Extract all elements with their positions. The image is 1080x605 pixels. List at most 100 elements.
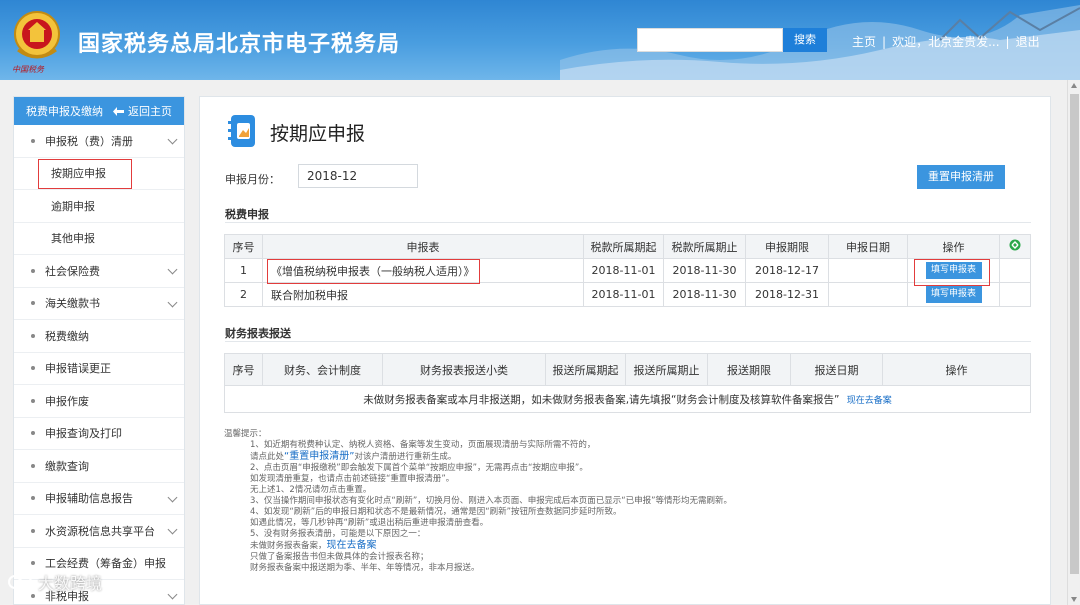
bullet-icon <box>31 561 35 566</box>
logout-link[interactable]: 退出 <box>1016 35 1040 49</box>
chevron-down-icon <box>167 524 178 535</box>
bullet-icon <box>31 463 35 468</box>
bullet-icon <box>31 138 35 143</box>
sidebar-item-label: 社会保险费 <box>45 264 100 278</box>
sidebar-item[interactable]: 申报税（费）清册 <box>14 125 184 158</box>
back-home-button[interactable]: 返回主页 <box>113 103 172 119</box>
row-action-cell: 填写申报表 <box>907 282 1000 307</box>
sidebar-item-label: 工会经费（筹备金）申报 <box>45 557 166 571</box>
tip-line: 如发现清册重复，也请点击前述链接“重置申报清册”。 <box>250 474 455 484</box>
table-row: 2 联合附加税申报 2018-11-01 2018-11-30 2018-12-… <box>224 282 1031 307</box>
sidebar-item[interactable]: 申报错误更正 <box>14 353 184 385</box>
row-end: 2018-11-30 <box>663 258 746 283</box>
watermark-text: 大数跨境 <box>38 574 103 593</box>
bullet-icon <box>31 333 35 338</box>
sidebar-item-label: 申报作废 <box>45 394 89 408</box>
tips-section: 温馨提示： 1、如近期有税费种认定、纳税人资格、备案等发生变动，页面展现清册与实… <box>224 429 732 574</box>
go-filing-link[interactable]: 现在去备案 <box>327 540 377 551</box>
bullet-icon <box>31 496 35 501</box>
sidebar-header-label: 税费申报及缴纳 <box>26 105 103 118</box>
tip-line: 只做了备案报告书但未做具体的会计报表名称； <box>250 552 429 562</box>
reset-list-link[interactable]: “重置申报清册” <box>284 451 354 462</box>
tip-line: 1、如近期有税费种认定、纳税人资格、备案等发生变动，页面展现清册与实际所需不符的… <box>250 440 596 450</box>
bullet-icon <box>31 268 35 273</box>
col-header-no: 序号 <box>224 353 263 386</box>
sidebar-item[interactable]: 社会保险费 <box>14 255 184 288</box>
sidebar-menu: 申报税（费）清册 按期应申报 逾期申报 其他申报 社会保险费 海关缴款书 税费缴纳 申报错误更… <box>14 125 184 604</box>
fin-section-title: 财务报表报送 <box>225 327 291 340</box>
site-title: 国家税务总局北京市电子税务局 <box>78 32 401 57</box>
sidebar-item-label: 申报税（费）清册 <box>45 134 133 148</box>
chevron-down-icon <box>167 264 178 275</box>
col-header-start: 税款所属期起 <box>583 234 664 259</box>
divider <box>225 222 1031 223</box>
empty-message-cell: 未做财务报表备案或本月非报送期，如未做财务报表备案,请先填报“财务会计制度及核算… <box>224 385 1031 413</box>
col-header-date: 报送日期 <box>790 353 883 386</box>
col-header-deadline: 报送期限 <box>707 353 791 386</box>
sidebar-item-label: 逾期申报 <box>51 199 95 213</box>
sidebar-item[interactable]: 其他申报 <box>14 223 184 255</box>
col-header-action: 操作 <box>882 353 1031 386</box>
col-header-end: 税款所属期止 <box>663 234 746 259</box>
sidebar-item[interactable]: 水资源税信息共享平台 <box>14 515 184 548</box>
bullet-icon <box>31 593 35 598</box>
tax-emblem-icon <box>14 11 60 59</box>
bullet-icon <box>31 301 35 306</box>
col-header-deadline: 申报期限 <box>745 234 829 259</box>
sidebar-item-label: 申报错误更正 <box>45 362 111 376</box>
tip-text: 未做财务报表备案， <box>250 541 327 551</box>
sidebar-item[interactable]: 缴款查询 <box>14 450 184 483</box>
divider <box>225 341 1031 342</box>
scroll-up-icon[interactable] <box>1071 83 1077 88</box>
top-links: 主页 | 欢迎，北京金贵发... | 退出 <box>852 35 1040 49</box>
go-filing-link[interactable]: 现在去备案 <box>847 396 892 406</box>
col-header-end: 报送所属期止 <box>625 353 708 386</box>
col-header-form: 申报表 <box>262 234 584 259</box>
home-link[interactable]: 主页 <box>852 35 876 49</box>
watermark-logo-icon <box>8 575 32 589</box>
reset-list-button[interactable]: 重置申报清册 <box>917 165 1005 189</box>
watermark: 大数跨境 <box>8 570 102 594</box>
sidebar-item[interactable]: 税费缴纳 <box>14 320 184 353</box>
table-row: 未做财务报表备案或本月非报送期，如未做财务报表备案,请先填报“财务会计制度及核算… <box>224 385 1031 413</box>
row-extra-cell <box>999 258 1031 283</box>
scroll-down-icon[interactable] <box>1071 597 1077 602</box>
page-scrollbar[interactable] <box>1067 80 1080 605</box>
sidebar-item[interactable]: 海关缴款书 <box>14 288 184 320</box>
row-form-link[interactable]: 联合附加税申报 <box>262 282 584 307</box>
chevron-down-icon <box>167 589 178 600</box>
search-input[interactable] <box>637 28 783 52</box>
month-label: 申报月份： <box>225 173 280 186</box>
row-end: 2018-11-30 <box>663 282 746 307</box>
row-deadline: 2018-12-31 <box>745 282 829 307</box>
sidebar-item[interactable]: 逾期申报 <box>14 190 184 223</box>
sidebar-item-label: 税费缴纳 <box>45 329 89 343</box>
tip-line: 如遇此情况，等几秒钟再“刷新”或退出稍后重进申报清册查看。 <box>250 518 489 528</box>
tip-line: 4、如发现“刷新”后的申报日期和状态不是最新情况，通常是因“刷新”按钮所查数据同… <box>250 507 622 517</box>
row-extra-cell <box>999 282 1031 307</box>
tip-line: 2、点击页眉“申报缴税”即会触发下属首个菜单“按期应申报”，无需再点击“按期应申… <box>250 463 588 473</box>
sidebar-item-label: 缴款查询 <box>45 459 89 473</box>
search-button[interactable]: 搜索 <box>783 28 827 52</box>
chevron-down-icon <box>167 134 178 145</box>
tax-section-title: 税费申报 <box>225 208 269 221</box>
user-welcome-link[interactable]: 欢迎，北京金贵发... <box>892 35 999 49</box>
sidebar-item[interactable]: 申报查询及打印 <box>14 418 184 450</box>
fill-form-button[interactable]: 填写申报表 <box>925 286 982 303</box>
back-home-label: 返回主页 <box>128 105 172 118</box>
refresh-button[interactable] <box>999 234 1031 259</box>
sidebar-item-label: 其他申报 <box>51 232 95 246</box>
declaration-list-icon <box>228 115 255 147</box>
month-input[interactable]: 2018-12 <box>298 164 418 188</box>
tips-title: 温馨提示： <box>224 429 267 439</box>
sidebar-item-label: 申报辅助信息报告 <box>45 492 133 506</box>
tip-line: 请点此处“重置申报清册”对该户清册进行重新生成。 <box>224 451 732 463</box>
scrollbar-thumb[interactable] <box>1070 94 1079 574</box>
sidebar-item[interactable]: 申报作废 <box>14 385 184 418</box>
row-date <box>828 282 908 307</box>
sidebar-item[interactable]: 申报辅助信息报告 <box>14 483 184 515</box>
active-item-highlight <box>38 159 132 189</box>
tip-text: 请点此处 <box>250 452 285 462</box>
tip-line: 财务报表备案中报送期为季、半年、年等情况，非本月报送。 <box>250 563 480 573</box>
form-highlight-box <box>267 259 480 284</box>
